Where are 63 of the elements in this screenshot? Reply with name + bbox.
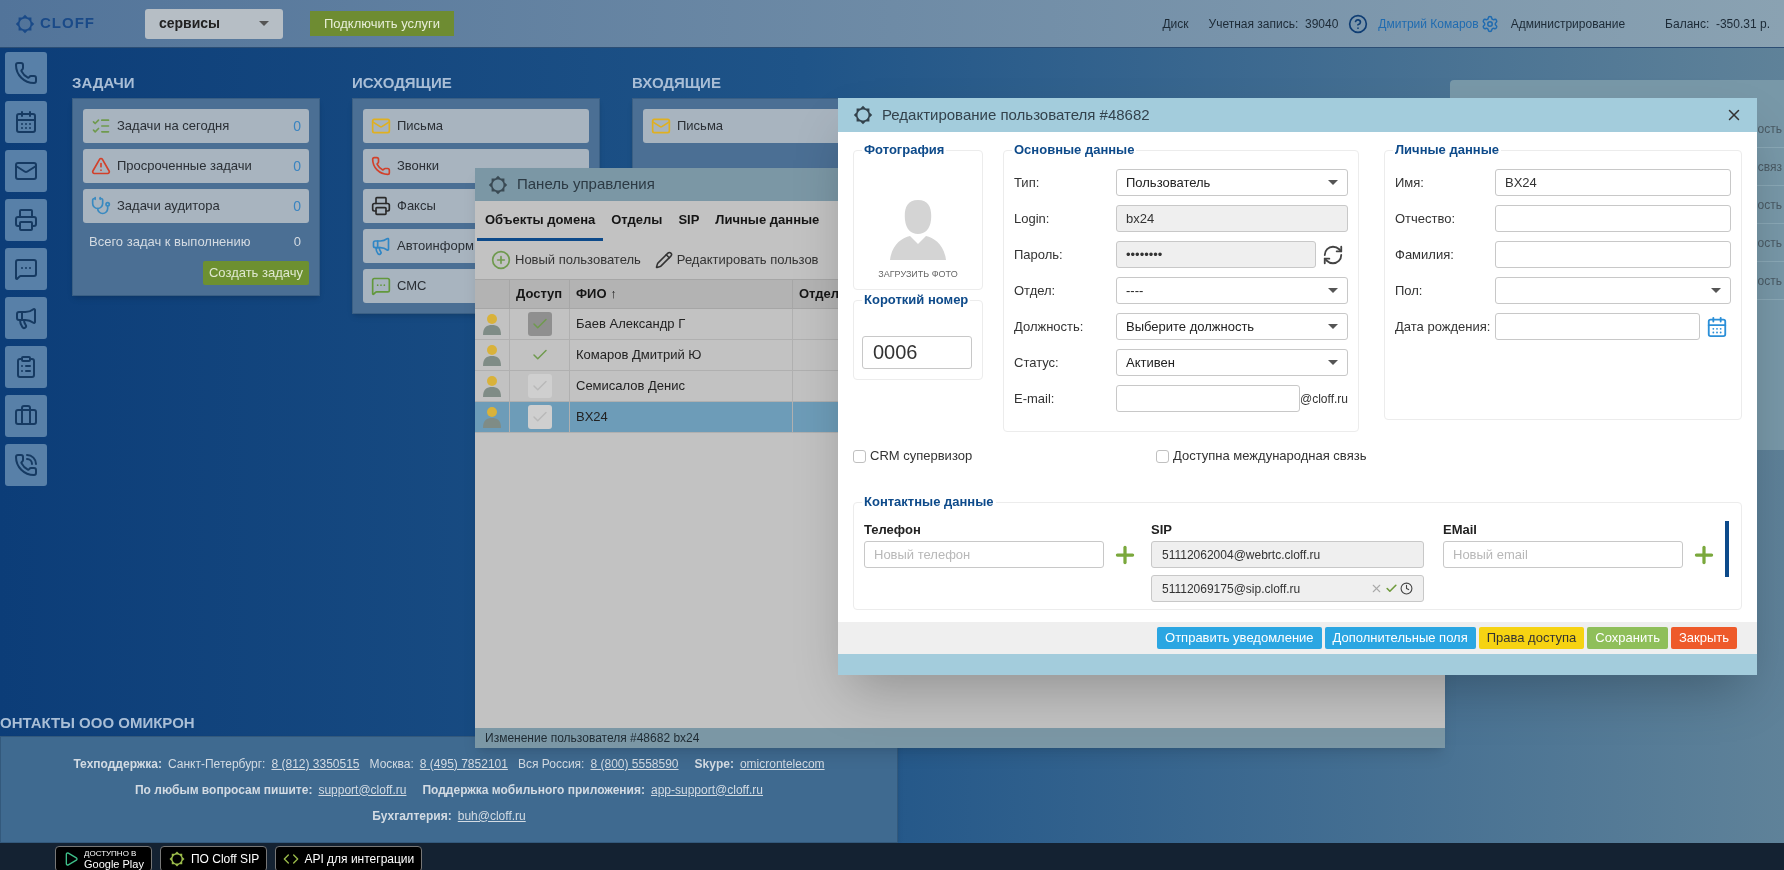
balance-text: Баланс: -350.31 р. (1665, 15, 1770, 33)
contact-label: По любым вопросам пишите: (134, 781, 313, 799)
item-label: Просроченные задачи (117, 157, 252, 176)
item-label: СМС (397, 277, 427, 296)
field-label: Фамилия: (1395, 245, 1455, 264)
field-label: Пол: (1395, 281, 1424, 300)
item-label: Письма (397, 117, 444, 136)
contact-label: Поддержка мобильного приложения: (422, 781, 645, 799)
field-label: Имя: (1395, 173, 1425, 192)
column-heading: SIP (1151, 521, 1173, 538)
table-cell-text: Баев Александр Г (576, 315, 686, 334)
widget-title: ЗАДАЧИ (72, 74, 136, 92)
field-label: E-mail: (1014, 389, 1056, 408)
field-label: Тип: (1014, 173, 1041, 192)
side-panel-row-text: ость (1757, 120, 1782, 138)
field-label: Отчество: (1395, 209, 1457, 228)
side-panel-row-text: связ (1757, 158, 1782, 176)
field-label: Статус: (1014, 353, 1060, 372)
total-count: 0 (293, 233, 302, 252)
table-cell-text: BX24 (576, 408, 608, 427)
contact-label: Skype: (694, 755, 734, 773)
field-label: Отдел: (1014, 281, 1057, 300)
contact-label: Техподдержка: (73, 755, 162, 773)
field-label: Пароль: (1014, 245, 1064, 264)
item-count: 0 (293, 156, 301, 176)
contact-text: Санкт-Петербург: (168, 755, 266, 773)
item-label: Письма (677, 117, 724, 136)
contact-label: Бухгалтерия: (372, 807, 452, 825)
panel-heading: Короткий номер (862, 291, 971, 309)
side-panel-row-text: ость (1757, 234, 1782, 252)
item-label: Задачи аудитора (117, 197, 220, 216)
item-count: 0 (293, 116, 301, 136)
status-text: Изменение пользователя #48682 bx24 (485, 730, 700, 747)
total-label: Всего задач к выполнению (89, 233, 251, 252)
badge-label: API для интеграции (304, 851, 415, 868)
item-label: Автоинформ (397, 237, 474, 256)
side-panel-row-text: ость (1757, 196, 1782, 214)
field-label: Должность: (1014, 317, 1085, 336)
table-cell-text: Комаров Дмитрий Ю (576, 346, 702, 365)
widget-title: ИСХОДЯЩИЕ (352, 74, 453, 92)
badge-caption: ДОСТУПНО В (84, 848, 138, 858)
item-label: Факсы (397, 197, 436, 216)
badge-label: Google Play (84, 857, 144, 870)
dialog-title: Редактирование пользователя #48682 (882, 104, 1150, 125)
item-count: 0 (293, 196, 301, 216)
contact-text: Москва: (369, 755, 414, 773)
item-label: Звонки (397, 157, 439, 176)
account-number: Учетная запись: 39040 (1208, 15, 1339, 33)
field-label: Дата рождения: (1395, 317, 1492, 336)
contacts-heading: ОНТАКТЫ ООО ОМИКРОН (0, 714, 196, 732)
logo-text: CLOFF (40, 13, 95, 34)
field-label: Login: (1014, 209, 1051, 228)
email-domain: @cloff.ru (1300, 390, 1348, 408)
contact-text: Вся Россия: (517, 755, 585, 773)
column-heading: Телефон (864, 521, 922, 538)
checkbox-label: Доступна международная связь (1173, 447, 1367, 466)
item-label: Задачи на сегодня (117, 117, 230, 136)
side-panel-row-text: ость (1757, 272, 1782, 290)
checkbox-label: CRM супервизор (870, 447, 973, 466)
widget-title: ВХОДЯЩИЕ (632, 74, 722, 92)
table-cell-text: Семисалов Денис (576, 377, 685, 396)
column-heading: EMail (1443, 521, 1478, 538)
badge-label: ПО Cloff SIP (190, 851, 260, 868)
